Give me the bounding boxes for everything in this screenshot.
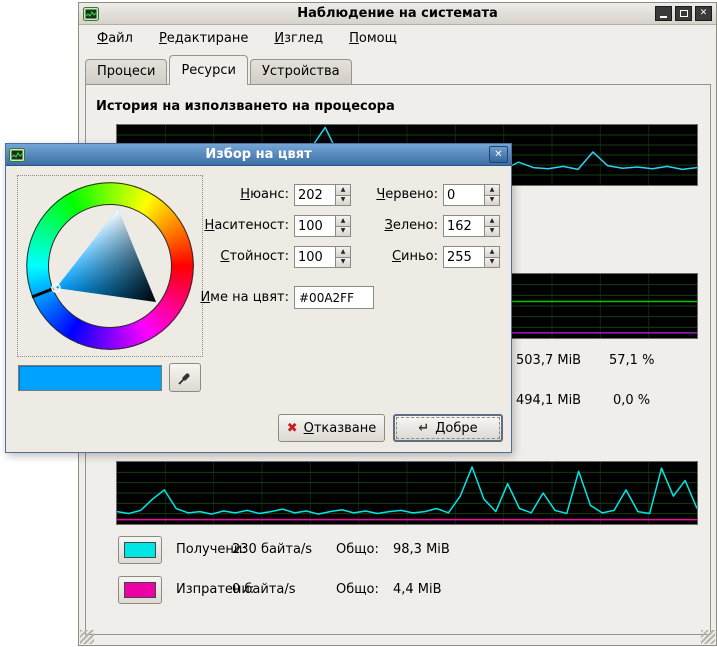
value-input[interactable] bbox=[294, 246, 335, 268]
swap-used-value: 494,1 MiB bbox=[516, 393, 581, 408]
notebook-tabs: Процеси Ресурси Устройства bbox=[85, 55, 354, 85]
cpu-history-heading: История на използването на процесора bbox=[96, 99, 395, 114]
hue-up-arrow[interactable]: ▲ bbox=[335, 184, 351, 195]
red-up-arrow[interactable]: ▲ bbox=[484, 184, 500, 195]
received-color-swatch bbox=[124, 542, 156, 558]
value-down-arrow[interactable]: ▼ bbox=[335, 257, 351, 269]
cancel-icon: ✖ bbox=[287, 421, 298, 436]
tab-devices[interactable]: Устройства bbox=[250, 59, 352, 85]
color-preview bbox=[18, 365, 162, 391]
received-total: 98,3 MiB bbox=[393, 542, 450, 557]
sent-total-label: Общо: bbox=[336, 582, 379, 597]
memory-used-percent: 57,1 % bbox=[609, 353, 654, 368]
swap-used-percent: 0,0 % bbox=[613, 393, 650, 408]
saturation-input[interactable] bbox=[294, 215, 335, 237]
blue-down-arrow[interactable]: ▼ bbox=[484, 257, 500, 269]
menu-help[interactable]: Помощ bbox=[349, 31, 397, 46]
maximize-button[interactable] bbox=[675, 6, 692, 21]
resize-grip-right[interactable] bbox=[701, 630, 715, 644]
received-total-label: Общо: bbox=[336, 542, 379, 557]
green-up-arrow[interactable]: ▲ bbox=[484, 215, 500, 226]
sv-triangle[interactable] bbox=[26, 182, 194, 350]
screen: Наблюдение на системата ✕ Файл Редактира… bbox=[0, 0, 717, 647]
value-spinbox: ▲▼ bbox=[294, 246, 351, 268]
menu-file[interactable]: Файл bbox=[97, 31, 133, 46]
dialog-title: Избор на цвят bbox=[6, 147, 511, 162]
saturation-label: Наситеност: bbox=[196, 218, 289, 233]
app-icon bbox=[83, 7, 99, 21]
saturation-spinbox: ▲▼ bbox=[294, 215, 351, 237]
eyedropper-icon bbox=[177, 370, 193, 386]
color-name-input[interactable] bbox=[294, 286, 374, 309]
received-rate: 230 байта/s bbox=[232, 542, 312, 557]
ok-button[interactable]: ↵ Добре bbox=[393, 414, 503, 442]
minimize-button[interactable] bbox=[655, 6, 672, 21]
blue-spinbox: ▲▼ bbox=[443, 246, 500, 268]
blue-label: Синьо: bbox=[351, 249, 438, 264]
blue-input[interactable] bbox=[443, 246, 484, 268]
cancel-button-label: Отказване bbox=[304, 421, 377, 436]
color-name-label: Име на цвят: bbox=[176, 290, 289, 305]
saturation-down-arrow[interactable]: ▼ bbox=[335, 226, 351, 238]
tab-resources[interactable]: Ресурси bbox=[169, 55, 248, 85]
red-down-arrow[interactable]: ▼ bbox=[484, 195, 500, 207]
hue-label: Нюанс: bbox=[196, 187, 289, 202]
hue-marker bbox=[32, 289, 53, 297]
hue-down-arrow[interactable]: ▼ bbox=[335, 195, 351, 207]
cancel-button[interactable]: ✖ Отказване bbox=[278, 414, 385, 442]
ok-button-label: Добре bbox=[435, 421, 477, 436]
color-picker-dialog: Избор на цвят ✕ bbox=[5, 143, 512, 453]
menu-edit[interactable]: Редактиране bbox=[159, 31, 248, 46]
value-up-arrow[interactable]: ▲ bbox=[335, 246, 351, 257]
hue-input[interactable] bbox=[294, 184, 335, 206]
tab-processes[interactable]: Процеси bbox=[85, 59, 167, 85]
ok-icon: ↵ bbox=[418, 421, 429, 436]
sent-total: 4,4 MiB bbox=[393, 582, 442, 597]
memory-used-value: 503,7 MiB bbox=[516, 353, 581, 368]
sent-color-swatch bbox=[124, 582, 156, 598]
dialog-close-button[interactable]: ✕ bbox=[489, 146, 508, 163]
resize-grip-left[interactable] bbox=[80, 630, 94, 644]
hue-spinbox: ▲▼ bbox=[294, 184, 351, 206]
menu-view[interactable]: Изглед bbox=[274, 31, 323, 46]
sent-rate: 0 байта/s bbox=[232, 582, 296, 597]
green-spinbox: ▲▼ bbox=[443, 215, 500, 237]
red-input[interactable] bbox=[443, 184, 484, 206]
green-input[interactable] bbox=[443, 215, 484, 237]
eyedropper-button[interactable] bbox=[169, 363, 201, 392]
red-label: Червено: bbox=[351, 187, 438, 202]
green-label: Зелено: bbox=[351, 218, 438, 233]
received-color-button[interactable] bbox=[118, 536, 162, 564]
green-down-arrow[interactable]: ▼ bbox=[484, 226, 500, 238]
window-title: Наблюдение на системата bbox=[79, 6, 716, 21]
network-history-chart bbox=[116, 461, 698, 525]
value-label: Стойност: bbox=[196, 249, 289, 264]
saturation-up-arrow[interactable]: ▲ bbox=[335, 215, 351, 226]
sent-color-button[interactable] bbox=[118, 576, 162, 604]
menubar: Файл Редактиране Изглед Помощ bbox=[79, 26, 716, 51]
dialog-icon bbox=[9, 148, 25, 162]
red-spinbox: ▲▼ bbox=[443, 184, 500, 206]
blue-up-arrow[interactable]: ▲ bbox=[484, 246, 500, 257]
close-button[interactable]: ✕ bbox=[695, 6, 712, 21]
dialog-titlebar[interactable]: Избор на цвят ✕ bbox=[6, 144, 511, 166]
main-titlebar[interactable]: Наблюдение на системата ✕ bbox=[79, 3, 716, 25]
